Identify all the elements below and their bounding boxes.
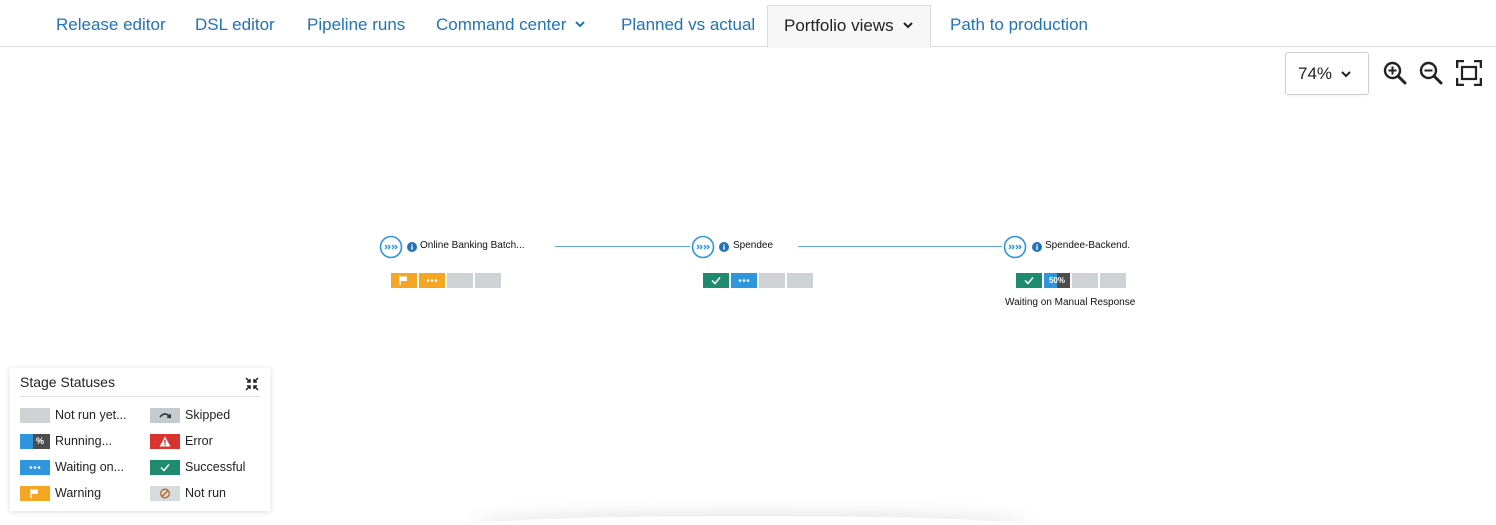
legend-swatch xyxy=(20,486,50,501)
legend-label: Waiting on... xyxy=(55,460,125,474)
percent-symbol: % xyxy=(35,436,44,446)
chevron-down-icon xyxy=(1341,71,1351,78)
pipeline-node-title[interactable]: Online Banking Batch... xyxy=(420,240,525,251)
connector-line xyxy=(555,246,690,247)
stage-not-run-yet[interactable] xyxy=(759,273,785,288)
stage-waiting[interactable] xyxy=(731,273,757,288)
stage-successful[interactable] xyxy=(703,273,729,288)
stage-bar: 50% xyxy=(1016,273,1126,288)
zoom-level-value: 74% xyxy=(1298,64,1333,83)
legend-label: Not run xyxy=(185,486,226,500)
stage-warning[interactable] xyxy=(391,273,417,288)
pipeline-node-title[interactable]: Spendee-Backend. xyxy=(1045,240,1130,251)
pipeline-node-status: Waiting on Manual Response xyxy=(1005,297,1136,308)
panel-shadow xyxy=(470,516,1030,525)
info-icon[interactable] xyxy=(1032,242,1042,252)
pipeline-node-title[interactable]: Spendee xyxy=(733,240,773,251)
stage-status-legend: Stage Statuses Not run yet... % Running.… xyxy=(10,368,270,511)
tab-path-to-production[interactable]: Path to production xyxy=(950,5,1088,47)
tab-planned-vs-actual[interactable]: Planned vs actual xyxy=(621,5,755,47)
legend-swatch xyxy=(150,460,180,475)
stage-not-run-yet[interactable] xyxy=(447,273,473,288)
checkmark-icon xyxy=(711,277,721,285)
stage-not-run-yet[interactable] xyxy=(1100,273,1126,288)
tab-dsl-editor[interactable]: DSL editor xyxy=(195,5,275,47)
pipeline-node-icon[interactable] xyxy=(691,235,715,259)
legend-label: Running... xyxy=(55,434,112,448)
legend-label: Skipped xyxy=(185,408,231,422)
tab-label: Command center xyxy=(436,15,567,34)
stage-not-run-yet[interactable] xyxy=(475,273,501,288)
checkmark-icon xyxy=(1024,277,1034,285)
legend-swatch xyxy=(20,460,50,475)
stage-not-run-yet[interactable] xyxy=(1072,273,1098,288)
flag-icon xyxy=(399,276,407,285)
stage-running[interactable]: 50% xyxy=(1044,273,1070,288)
stage-not-run-yet[interactable] xyxy=(787,273,813,288)
dots-icon xyxy=(426,279,438,282)
collapse-icon[interactable] xyxy=(244,376,260,392)
chevron-down-icon xyxy=(575,21,586,28)
skip-arrow-icon xyxy=(159,413,171,419)
legend-label: Not run yet... xyxy=(55,408,127,422)
dots-icon xyxy=(738,279,750,282)
checkmark-icon xyxy=(160,464,170,472)
zoom-out-icon[interactable] xyxy=(1418,60,1444,86)
legend-swatch xyxy=(150,434,180,449)
prohibited-icon xyxy=(160,488,170,499)
chevron-down-icon xyxy=(902,22,913,29)
tab-portfolio-views[interactable]: Portfolio views xyxy=(767,5,931,48)
legend-label: Warning xyxy=(55,486,102,500)
progress-percent: 50% xyxy=(1048,276,1065,285)
warning-triangle-icon xyxy=(159,436,171,447)
divider xyxy=(20,396,260,397)
legend-swatch xyxy=(150,486,180,501)
zoom-level-select[interactable]: 74% xyxy=(1285,52,1369,95)
legend-label: Error xyxy=(185,434,213,448)
dots-icon xyxy=(29,466,41,469)
legend-swatch xyxy=(20,408,50,423)
stage-bar xyxy=(703,273,813,288)
stage-successful[interactable] xyxy=(1016,273,1042,288)
legend-swatch: % xyxy=(20,434,50,449)
tab-command-center[interactable]: Command center xyxy=(436,5,586,47)
legend-swatch xyxy=(150,408,180,423)
tab-label: Portfolio views xyxy=(784,16,894,35)
legend-label: Successful xyxy=(185,460,246,474)
fit-to-screen-icon[interactable] xyxy=(1456,60,1482,86)
pipeline-node-icon[interactable] xyxy=(1003,235,1027,259)
pipeline-node-icon[interactable] xyxy=(379,235,403,259)
info-icon[interactable] xyxy=(407,242,417,252)
flag-icon xyxy=(30,489,38,498)
zoom-in-icon[interactable] xyxy=(1382,60,1408,86)
tab-bar: Release editor DSL editor Pipeline runs … xyxy=(0,0,1496,48)
connector-line xyxy=(798,246,1002,247)
legend-title: Stage Statuses xyxy=(20,374,115,390)
stage-waiting[interactable] xyxy=(419,273,445,288)
stage-bar xyxy=(391,273,501,288)
tab-release-editor[interactable]: Release editor xyxy=(56,5,166,47)
info-icon[interactable] xyxy=(719,242,729,252)
tab-pipeline-runs[interactable]: Pipeline runs xyxy=(307,5,405,47)
